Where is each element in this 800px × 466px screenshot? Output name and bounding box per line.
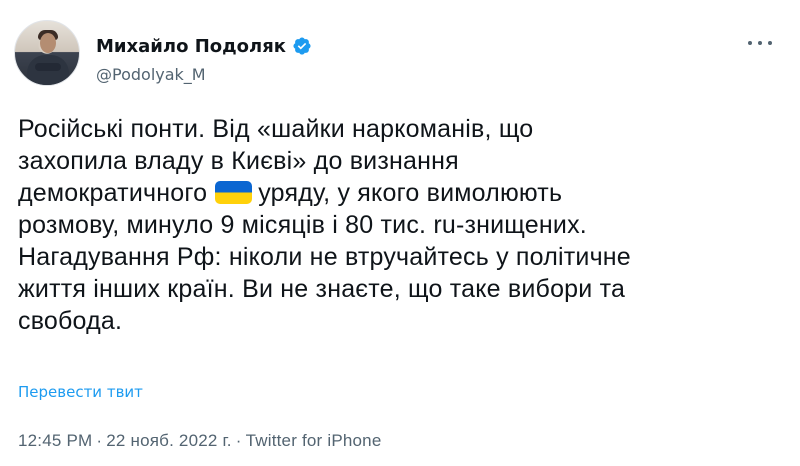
tweet-time[interactable]: 12:45 PM [18,431,92,450]
meta-separator: · [96,431,103,450]
tweet-line: свобода. [18,307,123,335]
avatar-face [40,33,56,53]
author-name-row: Михайло Подоляк [96,33,312,59]
translate-tweet-link[interactable]: Перевести твит [18,383,143,401]
author-name[interactable]: Михайло Подоляк [96,36,286,57]
tweet-text-before-flag: демократичного [18,179,208,207]
tweet-card: Михайло Подоляк @Podolyak_M Російські по… [0,0,800,466]
tweet-source[interactable]: Twitter for iPhone [246,431,382,450]
tweet-line-with-flag: демократичного уряду, у якого вимолюють [18,177,778,209]
meta-separator: · [235,431,242,450]
tweet-header: Михайло Подоляк @Podolyak_M [14,20,780,92]
tweet-line: життя інших країн. Ви не знаєте, що таке… [18,275,626,303]
ukraine-flag-icon [215,181,253,204]
more-options-icon[interactable] [748,38,772,48]
avatar-arm [35,63,61,71]
tweet-meta: 12:45 PM · 22 нояб. 2022 г. · Twitter for iP… [18,431,381,451]
tweet-line: розмову, минуло 9 місяців і 80 тис. ru-з… [18,211,587,239]
more-dot [758,41,762,45]
more-dot [768,41,772,45]
tweet-line: Нагадування Рф: ніколи не втручайтесь у … [18,243,631,271]
tweet-line: захопила владу в Києві» до визнання [18,147,459,175]
tweet-date[interactable]: 22 нояб. 2022 г. [106,431,231,450]
tweet-text: Російські понти. Від «шайки наркоманів, … [18,113,778,337]
tweet-line: Російські понти. Від «шайки наркоманів, … [18,115,534,143]
tweet-text-after-flag: уряду, у якого вимолюють [258,179,563,207]
avatar[interactable] [14,20,80,86]
author-handle[interactable]: @Podolyak_M [96,65,206,84]
verified-badge-icon [292,36,312,56]
more-dot [748,41,752,45]
